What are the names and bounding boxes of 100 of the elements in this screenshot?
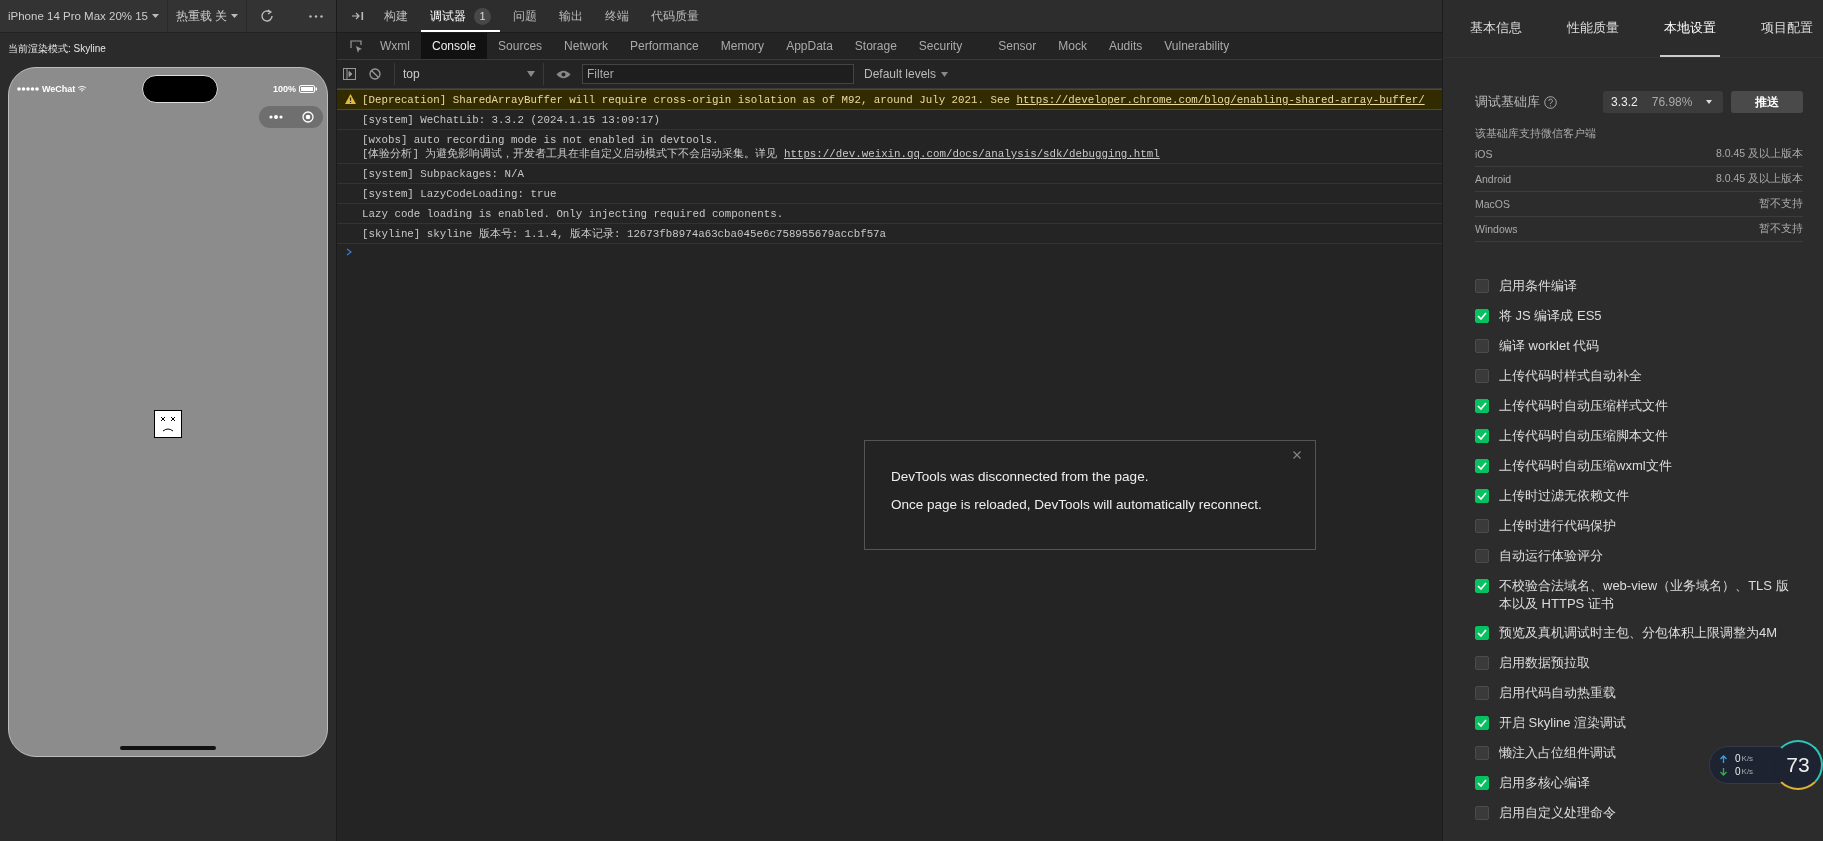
close-icon	[1293, 451, 1301, 459]
sidebar-icon[interactable]	[343, 68, 356, 80]
device-select[interactable]: iPhone 14 Pro Max 20% 15	[0, 0, 168, 32]
checkbox[interactable]	[1475, 369, 1489, 383]
devtools-tab[interactable]: Console	[421, 33, 488, 59]
devtools-tab[interactable]: Sensor	[987, 33, 1048, 59]
option-label: 开启 Skyline 渲染调试	[1499, 714, 1627, 732]
devtools-tab[interactable]: AppData	[775, 33, 844, 59]
platform-name: MacOS	[1475, 198, 1510, 210]
more-icon	[309, 14, 323, 18]
devtools-tab[interactable]: Memory	[709, 33, 776, 59]
version-requirement: 8.0.45 及以上版本	[1715, 172, 1803, 186]
panel-tab[interactable]: 代码质量	[642, 0, 708, 32]
capsule-button[interactable]	[259, 106, 323, 128]
settings-tab[interactable]: 本地设置	[1660, 0, 1720, 57]
devtools-tab[interactable]: Wxml	[369, 33, 421, 59]
checkbox[interactable]	[1475, 459, 1489, 473]
console-link[interactable]: https://developer.chrome.com/blog/enabling-shared-array-buffer/	[1016, 93, 1425, 107]
option-label: 启用数据预拉取	[1499, 654, 1590, 672]
option-label: 懒注入占位组件调试	[1499, 744, 1616, 762]
devtools-tab[interactable]: Vulnerability	[1153, 33, 1241, 59]
context-select[interactable]: top	[394, 63, 544, 85]
checkbox[interactable]	[1475, 489, 1489, 503]
caret-icon	[941, 71, 949, 77]
console-text: Lazy code loading is enabled. Only injecting required components.	[362, 207, 784, 221]
settings-tab[interactable]: 性能质量	[1563, 0, 1623, 57]
upload-speed: 0	[1735, 753, 1741, 764]
checkbox[interactable]	[1475, 686, 1489, 700]
checkbox[interactable]	[1475, 549, 1489, 563]
caret-icon	[231, 14, 239, 18]
close-button[interactable]	[1293, 451, 1301, 459]
battery-icon	[299, 85, 317, 93]
devtools-tab[interactable]: Storage	[843, 33, 908, 59]
checkbox[interactable]	[1475, 519, 1489, 533]
push-button[interactable]: 推送	[1731, 91, 1803, 113]
levels-select[interactable]: Default levels	[860, 67, 953, 81]
console-text: [system] WeChatLib: 3.3.2 (2024.1.15 13:09:17)	[362, 113, 661, 127]
wifi-icon	[78, 86, 87, 92]
version-requirement: 暂不支持	[1759, 222, 1803, 236]
option-label: 将 JS 编译成 ES5	[1499, 307, 1602, 325]
devtools-tab[interactable]: Network	[553, 33, 620, 59]
devtools-tab[interactable]: Performance	[619, 33, 710, 59]
platform-name: Windows	[1475, 223, 1518, 235]
devtools-tab[interactable]: Mock	[1047, 33, 1098, 59]
checkbox[interactable]	[1475, 656, 1489, 670]
download-arrow-icon	[1720, 767, 1727, 776]
download-speed: 0	[1735, 766, 1741, 777]
devtools-tab[interactable]: Audits	[1097, 33, 1154, 59]
panel-tab[interactable]: 构建	[375, 0, 417, 32]
upload-arrow-icon	[1720, 754, 1727, 763]
option-label: 启用自定义处理命令	[1499, 804, 1616, 822]
checkbox[interactable]	[1475, 339, 1489, 353]
option-label: 不校验合法域名、web-view（业务域名）、TLS 版本以及 HTTPS 证书	[1499, 577, 1790, 613]
option-label: 编译 worklet 代码	[1499, 337, 1600, 355]
version-requirement: 暂不支持	[1759, 197, 1803, 211]
panel-tab[interactable]: 终端	[596, 0, 638, 32]
battery-text: 100%	[272, 84, 296, 94]
dialog-message: Once page is reloaded, DevTools will automatically reconnect.	[891, 497, 1263, 512]
checkbox[interactable]	[1475, 806, 1489, 820]
caret-icon	[152, 14, 159, 18]
option-label: 上传代码时自动压缩脚本文件	[1499, 427, 1668, 445]
filter-field[interactable]: Filter	[582, 64, 854, 84]
more-icon	[268, 115, 283, 119]
checkbox[interactable]	[1475, 279, 1489, 293]
inspect-icon[interactable]	[349, 39, 363, 53]
render-mode-text: 当前渲染模式: Skyline	[7, 42, 107, 56]
devtools-tab[interactable]: Security	[907, 33, 974, 59]
panel-tab[interactable]: 输出	[550, 0, 592, 32]
checkbox[interactable]	[1475, 579, 1489, 593]
platform-name: iOS	[1475, 148, 1493, 160]
help-icon[interactable]	[1544, 95, 1557, 109]
version-requirement: 8.0.45 及以上版本	[1715, 147, 1803, 161]
checkbox[interactable]	[1475, 309, 1489, 323]
checkbox[interactable]	[1475, 746, 1489, 760]
settings-tab[interactable]: 项目配置	[1757, 0, 1817, 57]
checkbox[interactable]	[1475, 399, 1489, 413]
checkbox[interactable]	[1475, 716, 1489, 730]
hot-reload-select[interactable]: 热重载 关	[168, 0, 248, 32]
caret-icon	[1706, 100, 1713, 104]
console-link[interactable]: https://dev.weixin.qq.com/docs/analysis/sdk/debugging.html	[783, 147, 1160, 161]
console-text: [skyline] skyline 版本号: 1.1.4, 版本记录: 12673fb8974a63cba045e6c758955679accbf57a	[362, 227, 887, 241]
library-label: 调试基础库	[1475, 93, 1540, 111]
dialog-message: DevTools was disconnected from the page.	[891, 469, 1150, 484]
console-text: [Deprecation] SharedArrayBuffer will require cross-origin isolation as of M92, around July 2021. See	[362, 93, 1010, 107]
checkbox[interactable]	[1475, 429, 1489, 443]
option-label: 启用多核心编译	[1499, 774, 1590, 792]
collapse-icon[interactable]	[352, 11, 364, 21]
devtools-tab[interactable]: Sources	[487, 33, 554, 59]
console-text: [wxobs] auto recording mode is not enabled in devtools.	[362, 133, 719, 147]
eye-icon[interactable]	[555, 69, 571, 79]
checkbox[interactable]	[1475, 776, 1489, 790]
prompt-chevron-icon[interactable]	[346, 248, 352, 256]
option-label: 启用代码自动热重载	[1499, 684, 1616, 702]
library-version-select[interactable]: 3.3.2 76.98%	[1603, 91, 1723, 113]
settings-tab[interactable]: 基本信息	[1466, 0, 1526, 57]
option-label: 上传代码时样式自动补全	[1499, 367, 1642, 385]
panel-tab[interactable]: 问题	[504, 0, 546, 32]
clear-icon[interactable]	[369, 68, 381, 80]
checkbox[interactable]	[1475, 626, 1489, 640]
option-label: 预览及真机调试时主包、分包体积上限调整为4M	[1499, 624, 1778, 642]
